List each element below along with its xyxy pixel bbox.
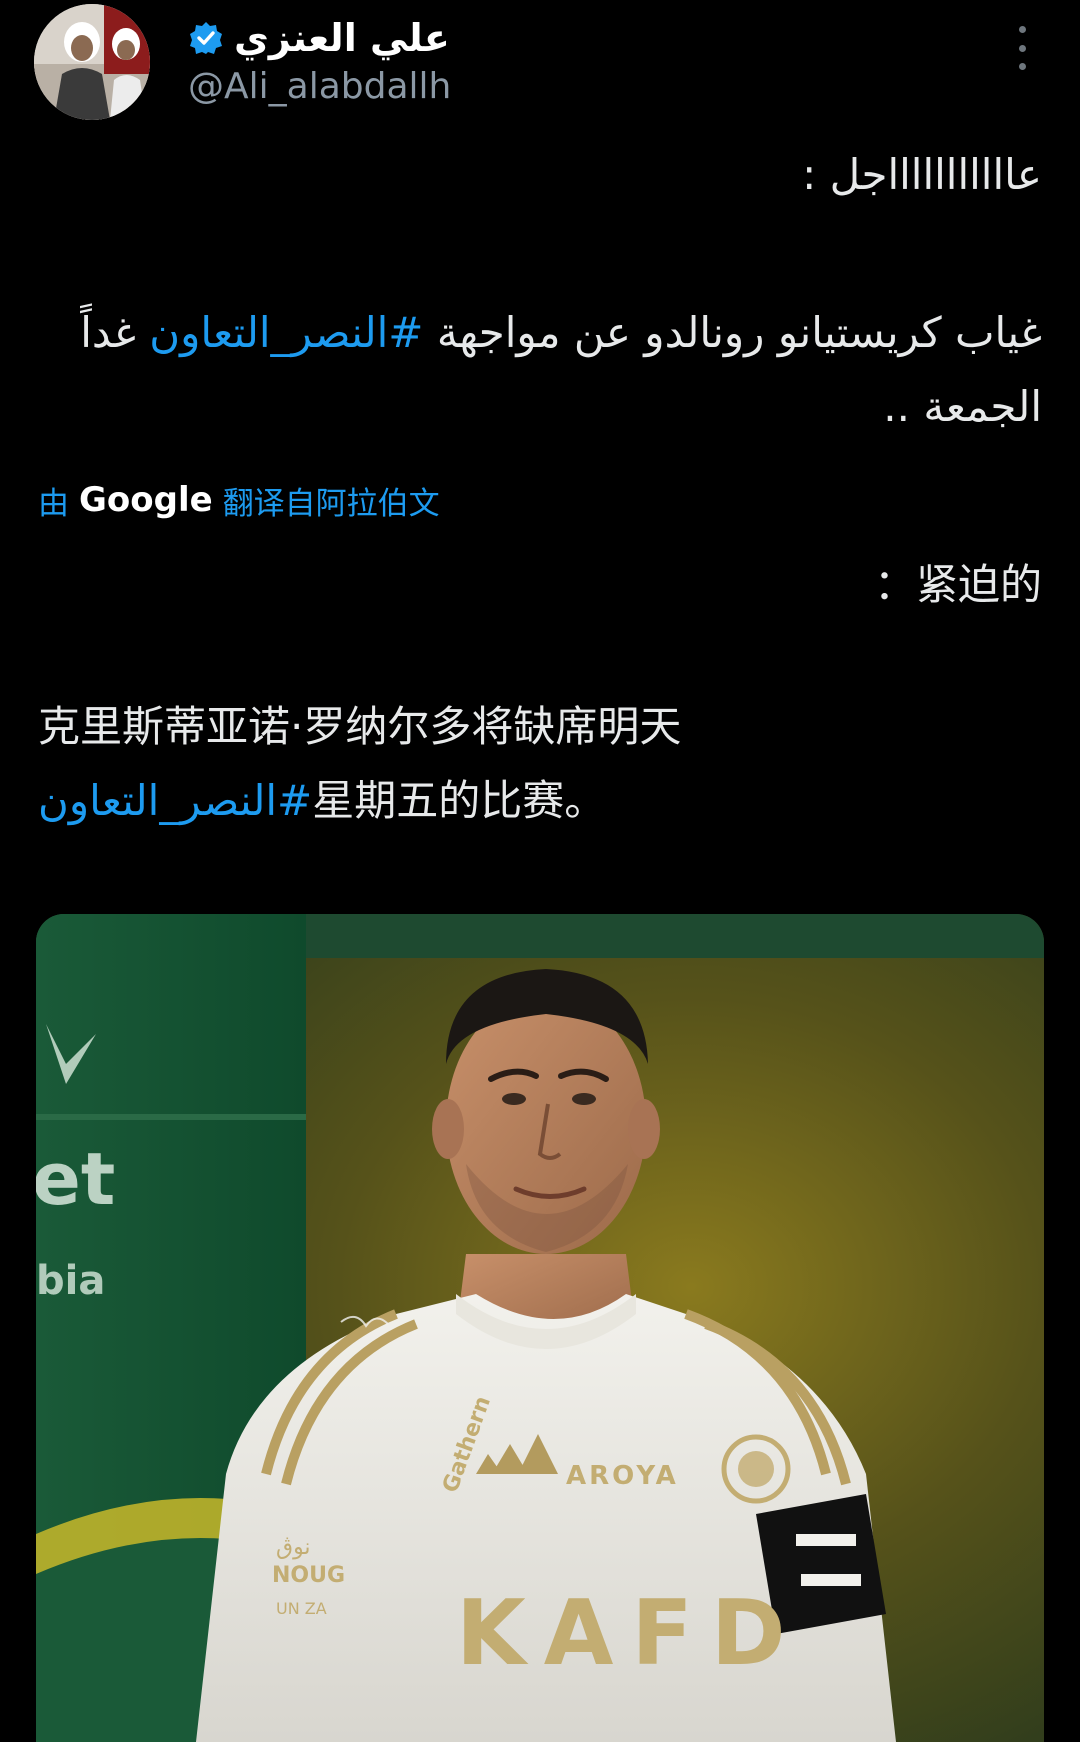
tweet-text-body: غياب كريستيانو رونالدو عن مواجهة #النصر_…	[42, 296, 1042, 444]
translation-prefix: 由	[38, 485, 69, 522]
tweet-text-segment: غياب كريستيانو رونالدو عن مواجهة	[423, 308, 1042, 357]
translation-source-language: 翻译自阿拉伯文	[222, 485, 440, 522]
translated-text-body: 克里斯蒂亚诺·罗纳尔多将缺席明天 #النصر_التعاون星期五的比赛。	[38, 690, 1042, 838]
translation-attribution[interactable]: 由 Google 翻译自阿拉伯文	[38, 476, 440, 524]
more-options-icon[interactable]	[1008, 26, 1036, 70]
verified-badge-icon	[188, 20, 224, 56]
author-name-line: علي العنزي	[188, 12, 450, 64]
background-sign-text-2: bia	[36, 1258, 105, 1304]
jersey-top-sponsor-text: AROYA	[566, 1461, 679, 1491]
translated-text-segment-2: 星期五的比赛。	[312, 776, 607, 825]
translated-text-segment: 克里斯蒂亚诺·罗纳尔多将缺席明天	[38, 702, 682, 751]
author-handle[interactable]: @Ali_alabdallh	[188, 66, 451, 107]
tweet-media-photo[interactable]: et bia KAFD AROYA Gathern نوڨ NOUG UN ZA	[36, 914, 1044, 1742]
tweet-text-line1: عاااااااااااجل :	[802, 150, 1042, 199]
sleeve-patch-text-2: NOUG	[272, 1563, 345, 1588]
author-display-name[interactable]: علي العنزي	[234, 16, 450, 60]
background-sign-text-1: et	[36, 1137, 115, 1221]
sleeve-patch-text-1: نوڨ	[276, 1535, 311, 1560]
sleeve-patch-text-3: UN ZA	[276, 1599, 327, 1618]
jersey-sponsor-text: KAFD	[456, 1581, 804, 1686]
translated-text-line1: ：紧迫的	[873, 560, 1042, 609]
tweet-hashtag-link[interactable]: #النصر_التعاون	[149, 308, 423, 357]
google-logo: Google	[79, 480, 213, 520]
translated-hashtag-link[interactable]: #النصر_التعاون	[38, 776, 312, 825]
tweet-author: علي العنزي @Ali_alabdallh	[188, 6, 888, 116]
avatar[interactable]	[34, 4, 150, 120]
